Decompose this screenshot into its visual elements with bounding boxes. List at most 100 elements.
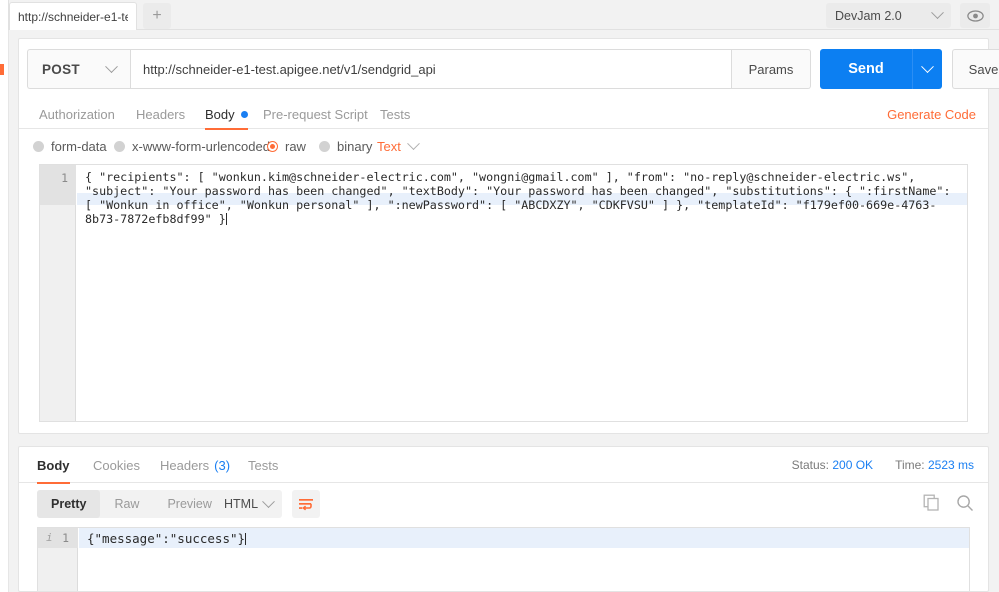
radio-icon [33, 140, 44, 152]
url-input[interactable]: http://schneider-e1-test.apigee.net/v1/s… [130, 49, 732, 89]
body-type-urlencoded[interactable]: x-www-form-urlencoded [114, 131, 270, 161]
copy-icon [923, 494, 939, 511]
response-editor-gutter: i 1 [38, 528, 78, 591]
radio-icon [319, 140, 330, 152]
editor-line-number: 1 [61, 171, 68, 185]
response-tab-headers[interactable]: Headers (3) [160, 447, 230, 483]
text-cursor [225, 213, 227, 225]
request-panel: POST http://schneider-e1-test.apigee.net… [18, 38, 999, 434]
chevron-down-icon [406, 136, 420, 150]
response-panel: Body Cookies Headers (3) Tests Status: 2… [18, 446, 989, 592]
sidebar-divider [8, 30, 9, 592]
params-label: Params [748, 61, 794, 77]
send-button[interactable]: Send [820, 49, 912, 89]
text-cursor [245, 533, 247, 545]
add-tab-button[interactable]: + [143, 3, 171, 29]
tab-headers-label: Headers [136, 106, 186, 122]
chevron-down-icon [262, 494, 275, 508]
tab-authorization[interactable]: Authorization [39, 99, 115, 129]
response-meta: Status: 200 OK Time: 2523 ms [792, 447, 974, 483]
response-code-area[interactable]: {"message":"success"} [79, 528, 969, 591]
response-tab-cookies[interactable]: Cookies [93, 447, 140, 483]
time-value: 2523 ms [927, 458, 974, 472]
body-type-form-data[interactable]: form-data [33, 131, 107, 161]
tab-body[interactable]: Body [205, 99, 248, 130]
body-modified-dot-icon [240, 110, 248, 118]
request-body-text: { "recipients": [ "wonkun.kim@schneider-… [77, 165, 967, 226]
response-tab-tests[interactable]: Tests [248, 447, 278, 483]
chevron-down-icon [931, 6, 944, 20]
environment-quick-look-button[interactable] [960, 3, 990, 28]
request-body-content: { "recipients": [ "wonkun.kim@schneider-… [85, 170, 958, 226]
postman-app-window: http://schneider-e1-test.ap + DevJam 2.0… [0, 0, 999, 592]
response-tab-cookies-label: Cookies [93, 457, 140, 473]
response-format-label: HTML [224, 497, 259, 511]
http-method-selector[interactable]: POST [27, 49, 130, 89]
response-tab-tests-label: Tests [248, 457, 279, 473]
tab-headers[interactable]: Headers [136, 99, 185, 129]
add-tab-label: + [152, 7, 162, 24]
raw-format-label: Text [377, 138, 401, 154]
view-mode-raw[interactable]: Raw [100, 490, 153, 518]
request-tab-label: http://schneider-e1-test.ap [18, 9, 128, 24]
generate-code-link[interactable]: Generate Code [887, 99, 976, 129]
eye-icon [966, 9, 984, 22]
response-body-editor[interactable]: i 1 {"message":"success"} [37, 527, 970, 591]
search-response-button[interactable] [956, 494, 974, 515]
body-type-urlencoded-label: x-www-form-urlencoded [132, 138, 270, 154]
word-wrap-button[interactable] [292, 490, 320, 518]
save-label: Save [968, 61, 999, 77]
tab-authorization-label: Authorization [39, 106, 115, 122]
http-method-label: POST [42, 61, 80, 77]
environment-selector[interactable]: DevJam 2.0 [826, 3, 951, 28]
tab-pre-request-script-label: Pre-request Script [263, 106, 368, 122]
editor-gutter-active-block [40, 165, 76, 205]
sidebar-active-marker [0, 64, 4, 75]
response-info-marker: i [46, 531, 53, 544]
send-label: Send [848, 61, 884, 77]
time-label: Time: [895, 458, 925, 472]
request-body-editor[interactable]: 1 { "recipients": [ "wonkun.kim@schneide… [39, 164, 968, 422]
body-type-binary[interactable]: binary [319, 131, 372, 161]
tab-body-label: Body [205, 106, 235, 122]
body-type-form-data-label: form-data [51, 138, 107, 154]
response-view-mode-group: Pretty Raw Preview [37, 490, 226, 518]
tab-tests-label: Tests [380, 106, 411, 122]
chevron-down-icon [921, 59, 934, 73]
word-wrap-icon [299, 498, 313, 510]
request-tab-active[interactable]: http://schneider-e1-test.ap [9, 2, 137, 30]
editor-gutter: 1 [40, 165, 76, 421]
editor-code-area[interactable]: { "recipients": [ "wonkun.kim@schneider-… [77, 165, 967, 421]
response-tab-headers-label: Headers [160, 457, 210, 473]
environment-label: DevJam 2.0 [835, 8, 902, 23]
body-type-raw[interactable]: raw [267, 131, 306, 161]
request-section-tabs: Authorization Headers Body Pre-request S… [19, 99, 988, 130]
params-button[interactable]: Params [732, 49, 811, 89]
radio-selected-icon [267, 140, 278, 152]
body-type-binary-label: binary [337, 138, 373, 154]
view-mode-pretty[interactable]: Pretty [37, 490, 101, 518]
generate-code-label: Generate Code [887, 106, 976, 122]
status-badge: 200 OK [832, 458, 874, 472]
tab-tests[interactable]: Tests [380, 99, 410, 129]
raw-format-selector[interactable]: Text [377, 131, 420, 161]
body-type-row: form-data x-www-form-urlencoded raw bina… [19, 131, 988, 161]
response-line-number: 1 [62, 531, 69, 545]
response-headers-count: (3) [214, 457, 231, 473]
body-type-raw-label: raw [285, 138, 306, 154]
response-format-selector[interactable]: HTML [216, 490, 282, 518]
status-label: Status: [791, 458, 830, 472]
tab-pre-request-script[interactable]: Pre-request Script [263, 99, 368, 129]
save-button[interactable]: Save [952, 49, 999, 89]
send-options-button[interactable] [912, 49, 942, 89]
response-gutter-active-block [38, 528, 78, 548]
copy-to-clipboard-button[interactable] [923, 494, 940, 514]
response-tab-body[interactable]: Body [37, 447, 70, 484]
response-tab-body-label: Body [37, 457, 70, 473]
url-bar: POST http://schneider-e1-test.apigee.net… [27, 49, 999, 89]
url-value: http://schneider-e1-test.apigee.net/v1/s… [143, 61, 436, 77]
radio-icon [114, 140, 125, 152]
tab-strip-divider [9, 29, 999, 30]
time-field: Time: 2523 ms [895, 458, 974, 472]
response-toolbar: Pretty Raw Preview HTML [19, 483, 988, 525]
